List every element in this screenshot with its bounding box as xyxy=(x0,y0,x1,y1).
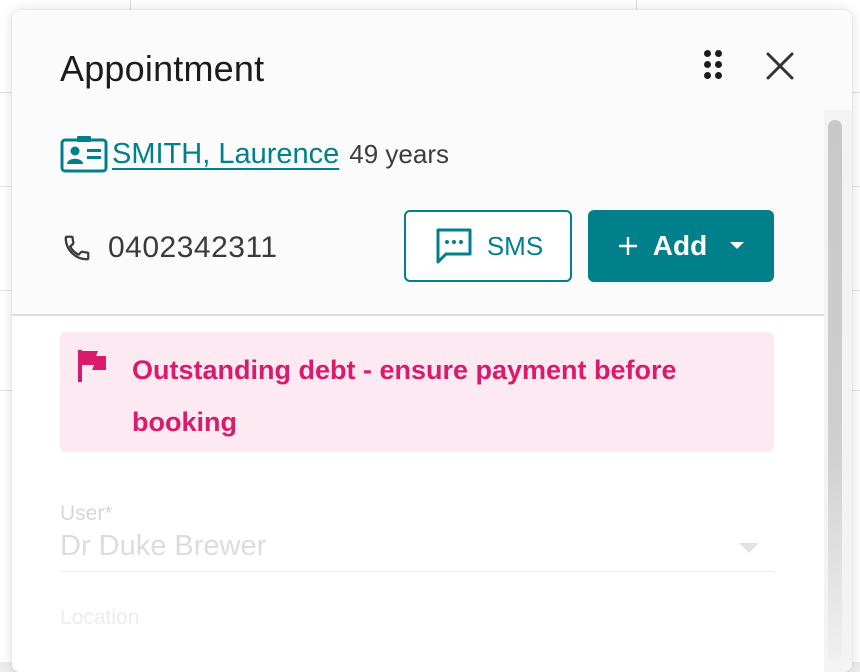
debt-alert: Outstanding debt - ensure payment before… xyxy=(60,332,774,452)
user-select-value: Dr Duke Brewer xyxy=(60,530,267,562)
user-select[interactable]: Dr Duke Brewer xyxy=(60,502,774,572)
phone-row: 0402342311 xyxy=(62,228,278,268)
dialog-title: Appointment xyxy=(60,48,265,89)
patient-row: SMITH, Laurence 49 years xyxy=(60,134,449,174)
appointment-dialog: Appointment SMITH, Laurence 49 years 040 xyxy=(12,10,852,672)
flag-icon xyxy=(78,350,106,382)
scrollbar[interactable] xyxy=(824,110,852,672)
caret-down-icon xyxy=(730,242,745,249)
user-select-underline xyxy=(60,571,774,572)
patient-age: 49 years xyxy=(349,138,449,169)
sms-button-label: SMS xyxy=(486,230,544,261)
close-icon xyxy=(766,52,794,80)
message-icon xyxy=(436,228,472,264)
patient-name-link[interactable]: SMITH, Laurence xyxy=(112,138,339,171)
scrollbar-thumb[interactable] xyxy=(828,120,842,660)
add-button-label: Add xyxy=(652,230,708,261)
chevron-down-icon xyxy=(739,543,759,553)
close-button[interactable] xyxy=(762,48,798,84)
location-field-label: Location xyxy=(60,606,140,629)
sms-button[interactable]: SMS xyxy=(404,210,572,282)
id-card-icon xyxy=(60,136,108,173)
phone-icon xyxy=(64,235,90,261)
plus-icon xyxy=(618,237,637,255)
phone-number[interactable]: 0402342311 xyxy=(108,231,278,265)
alert-message: Outstanding debt - ensure payment before… xyxy=(132,355,677,437)
add-button[interactable]: Add xyxy=(588,210,774,282)
drag-handle-icon[interactable] xyxy=(702,50,728,86)
